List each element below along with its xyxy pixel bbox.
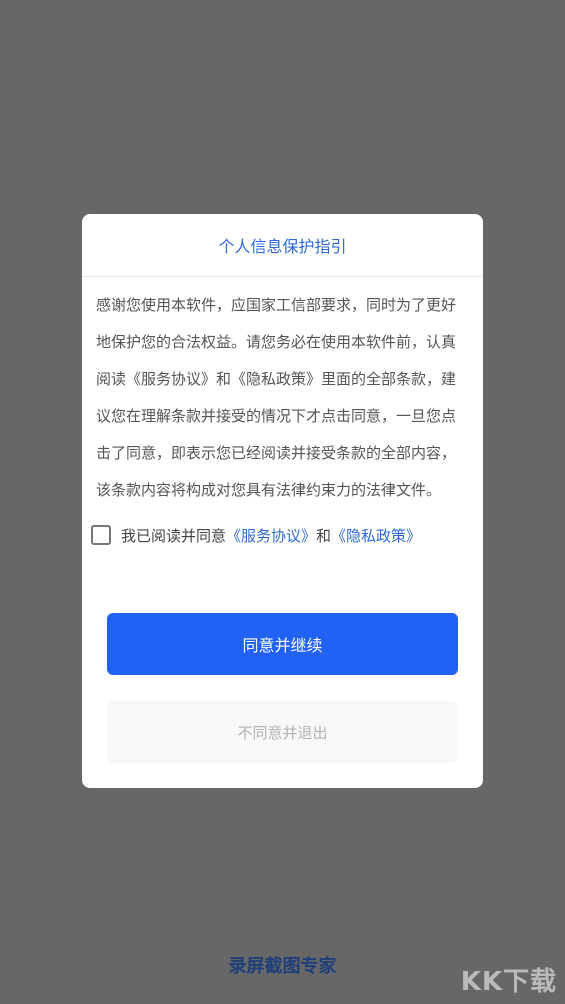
- privacy-policy-link[interactable]: 《隐私政策》: [331, 525, 421, 546]
- agree-continue-button[interactable]: 同意并继续: [107, 613, 458, 675]
- dialog-title: 个人信息保护指引: [82, 214, 483, 277]
- consent-row: 我已阅读并同意 《服务协议》 和 《隐私政策》: [91, 513, 483, 557]
- consent-prefix: 我已阅读并同意: [121, 526, 227, 545]
- decline-exit-button[interactable]: 不同意并退出: [107, 701, 458, 763]
- watermark-logo: KK下载: [460, 967, 557, 997]
- consent-conjunction: 和: [316, 526, 332, 545]
- dialog-body-text: 感谢您使用本软件，应国家工信部要求，同时为了更好地保护您的合法权益。请您务必在使…: [96, 296, 457, 499]
- service-agreement-link[interactable]: 《服务协议》: [226, 525, 316, 546]
- consent-checkbox[interactable]: [91, 525, 111, 545]
- privacy-dialog: 个人信息保护指引 感谢您使用本软件，应国家工信部要求，同时为了更好地保护您的合法…: [82, 214, 483, 788]
